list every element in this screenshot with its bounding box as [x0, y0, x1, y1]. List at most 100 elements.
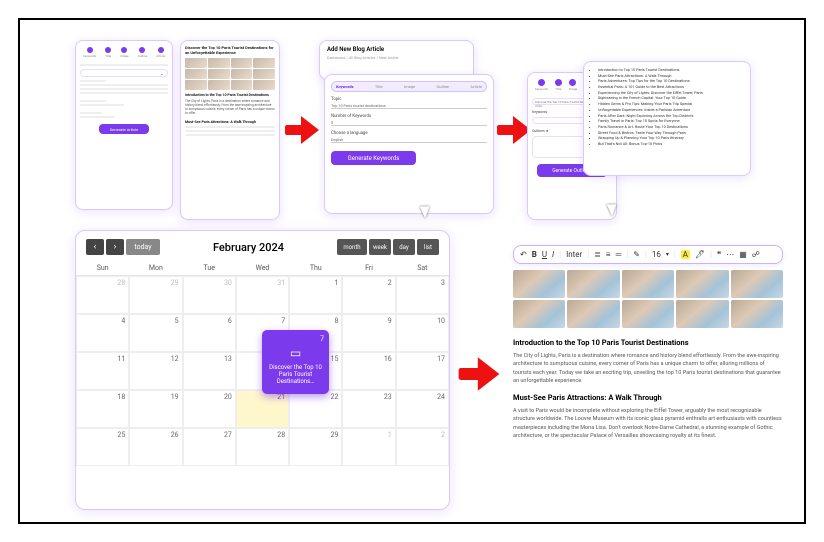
- step-dot: [538, 79, 545, 86]
- font-select[interactable]: Inter: [566, 250, 582, 259]
- calendar-day-cell[interactable]: 1: [342, 428, 395, 466]
- calendar-dow: Fri: [342, 261, 395, 276]
- editor-image-grid: [513, 270, 783, 328]
- article-h1: Introduction to the Top 10 Paris Tourist…: [513, 338, 783, 347]
- calendar-day-cell[interactable]: 29: [289, 428, 342, 466]
- step-dot: [569, 79, 576, 86]
- calendar-day-cell[interactable]: 26: [129, 428, 182, 466]
- calendar-day-cell[interactable]: 31: [236, 276, 289, 314]
- calendar-day-cell[interactable]: 27: [183, 428, 236, 466]
- calendar-day-cell[interactable]: 1: [289, 276, 342, 314]
- link-icon[interactable]: ☍: [752, 250, 760, 259]
- view-list-button[interactable]: list: [417, 239, 439, 255]
- tab-keywords[interactable]: Keywords: [336, 84, 354, 89]
- calendar-day-cell[interactable]: 21: [236, 390, 289, 428]
- highlight-button[interactable]: A: [681, 250, 690, 259]
- calendar-day-cell[interactable]: 4: [76, 314, 129, 352]
- calendar-day-cell[interactable]: 9: [342, 314, 395, 352]
- calendar-day-cell[interactable]: 28: [236, 428, 289, 466]
- calendar-day-cell[interactable]: 18: [76, 390, 129, 428]
- step-dot: [105, 47, 111, 53]
- view-day-button[interactable]: day: [393, 239, 415, 255]
- calendar-day-cell[interactable]: 2: [396, 428, 449, 466]
- calendar-day-cell[interactable]: 22: [289, 390, 342, 428]
- font-size-select[interactable]: 16: [652, 250, 661, 259]
- event-date: 7: [267, 335, 324, 343]
- tab-outline[interactable]: Outline: [437, 84, 450, 89]
- wizard-panel-article: Keywords Title Image Outline Article ⌄ G…: [75, 40, 173, 210]
- calendar-day-cell[interactable]: 3: [396, 276, 449, 314]
- outlines-list: Introduction to Top 10 Paris Tourist Des…: [591, 67, 743, 147]
- tab-title[interactable]: Title: [375, 84, 383, 89]
- outline-item[interactable]: But That's Not All: Bonus Top-10 Picks: [598, 141, 743, 147]
- step-dot: [158, 47, 164, 53]
- align-icon[interactable]: ═: [616, 250, 622, 259]
- calendar-day-cell[interactable]: 11: [76, 352, 129, 390]
- document-icon: ▭: [267, 346, 324, 360]
- calendar-next-button[interactable]: ›: [106, 239, 124, 255]
- underline-button[interactable]: U: [542, 250, 547, 259]
- step-dot: [139, 47, 145, 53]
- list-ul-icon[interactable]: ≣: [594, 250, 601, 259]
- stepper: Keywords Title Image Outline Article: [80, 45, 168, 62]
- article-preview-panel: Discover the Top 10 Paris Tourist Destin…: [180, 40, 280, 220]
- generate-keywords-button[interactable]: Generate Keywords: [331, 151, 416, 165]
- calendar-prev-button[interactable]: ‹: [86, 239, 104, 255]
- step-dot: [87, 47, 93, 53]
- calendar-day-cell[interactable]: 24: [396, 390, 449, 428]
- calendar: ‹ › today February 2024 month week day l…: [75, 230, 450, 510]
- topic-input[interactable]: Top 10 Paris tourist destinations: [331, 102, 487, 109]
- step-dot: [555, 79, 562, 86]
- outlines-popover: Introduction to Top 10 Paris Tourist Des…: [583, 61, 751, 176]
- title-select[interactable]: ⌄: [80, 69, 168, 77]
- preview-image-grid: [185, 58, 275, 90]
- tab-article[interactable]: Article: [470, 84, 482, 89]
- format-paint-icon[interactable]: ✎: [633, 250, 640, 259]
- preview-h2: Must-See Paris Attractions: A Walk Throu…: [185, 120, 275, 124]
- undo-icon[interactable]: ↶: [520, 250, 527, 259]
- calendar-event[interactable]: 7 ▭ Discover the Top 10 Paris Tourist De…: [262, 330, 329, 394]
- calendar-day-cell[interactable]: 23: [342, 390, 395, 428]
- image-icon[interactable]: ▦: [739, 250, 747, 259]
- preview-h1: Introduction to the Top 10 Paris Tourist…: [185, 93, 275, 97]
- num-keywords-input[interactable]: 5: [331, 119, 487, 126]
- cursor-icon: [609, 202, 620, 213]
- calendar-dow: Mon: [129, 261, 182, 276]
- view-week-button[interactable]: week: [369, 239, 391, 255]
- cursor-icon: [422, 204, 433, 215]
- calendar-day-cell[interactable]: 5: [129, 314, 182, 352]
- calendar-day-cell[interactable]: 17: [396, 352, 449, 390]
- calendar-day-cell[interactable]: 29: [129, 276, 182, 314]
- calendar-today-button[interactable]: today: [126, 239, 160, 255]
- article-p2[interactable]: A visit to Paris would be incomplete wit…: [513, 407, 783, 440]
- calendar-day-cell[interactable]: 20: [183, 390, 236, 428]
- chevron-down-icon: ⌄: [160, 71, 164, 77]
- calendar-day-cell[interactable]: 6: [183, 314, 236, 352]
- quote-icon[interactable]: ❝: [717, 250, 721, 259]
- calendar-day-cell[interactable]: 25: [76, 428, 129, 466]
- calendar-dow: Thu: [289, 261, 342, 276]
- calendar-day-cell[interactable]: 12: [129, 352, 182, 390]
- calendar-day-cell[interactable]: 28: [76, 276, 129, 314]
- text-color-icon[interactable]: 🖊: [695, 250, 705, 259]
- calendar-day-cell[interactable]: 10: [396, 314, 449, 352]
- article-h2: Must-See Paris Attractions: A Walk Throu…: [513, 393, 783, 402]
- page-title: Add New Blog Article: [327, 46, 466, 53]
- chevron-down-icon: ▾: [666, 251, 669, 258]
- article-p1[interactable]: The City of Lights, Paris is a destinati…: [513, 352, 783, 385]
- calendar-day-cell[interactable]: 2: [342, 276, 395, 314]
- tab-image[interactable]: Image: [404, 84, 415, 89]
- calendar-day-cell[interactable]: 30: [183, 276, 236, 314]
- language-input[interactable]: English: [331, 136, 487, 143]
- event-title: Discover the Top 10 Paris Tourist Destin…: [267, 364, 324, 385]
- generate-article-button[interactable]: Generate Article: [99, 124, 149, 134]
- calendar-day-cell[interactable]: 13: [183, 352, 236, 390]
- calendar-day-cell[interactable]: 19: [129, 390, 182, 428]
- more-icon[interactable]: ⋯: [726, 250, 734, 259]
- italic-button[interactable]: I: [552, 250, 554, 259]
- arrow-icon: [459, 357, 500, 391]
- list-ol-icon[interactable]: ≡: [606, 250, 611, 259]
- bold-button[interactable]: B: [532, 250, 537, 259]
- calendar-day-cell[interactable]: 16: [342, 352, 395, 390]
- view-month-button[interactable]: month: [337, 239, 367, 255]
